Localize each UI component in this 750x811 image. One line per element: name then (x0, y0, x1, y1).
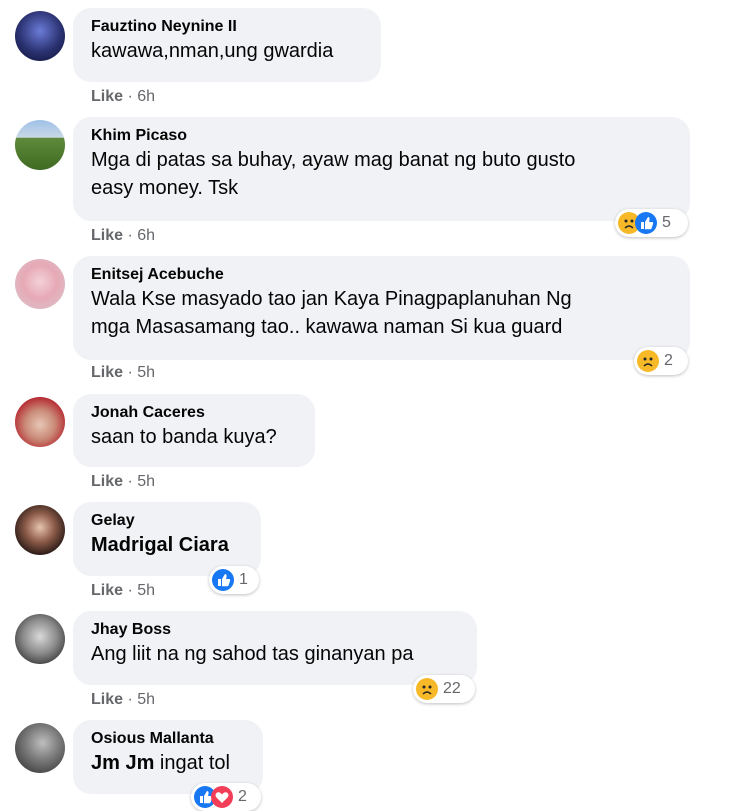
comment-text: Wala Kse masyado tao jan Kaya Pinagpapla… (91, 288, 572, 338)
reaction-count: 2 (664, 352, 673, 369)
reaction-summary[interactable]: 2 (191, 783, 261, 811)
avatar[interactable] (15, 11, 65, 61)
comment-bubble: Jhay Boss Ang liit na ng sahod tas ginan… (73, 611, 477, 685)
comment-meta: Like · 5h (91, 582, 156, 599)
comment-bubble: Gelay Madrigal Ciara (73, 502, 261, 576)
comment-bubble: Khim Picaso Mga di patas sa buhay, ayaw … (73, 117, 690, 221)
like-reaction-icon (635, 212, 657, 234)
comment-author[interactable]: Khim Picaso (91, 126, 674, 146)
reaction-summary[interactable]: 5 (615, 209, 688, 237)
sad-reaction-icon (416, 678, 438, 700)
comment-timestamp[interactable]: 5h (137, 473, 155, 490)
like-link[interactable]: Like (91, 88, 123, 105)
comment-author[interactable]: Osious Mallanta (91, 729, 247, 749)
comment-timestamp[interactable]: 6h (137, 88, 155, 105)
avatar[interactable] (15, 723, 65, 773)
comment-text: Mga di patas sa buhay, ayaw mag banat ng… (91, 149, 576, 199)
like-link[interactable]: Like (91, 582, 123, 599)
comment-text: Ang liit na ng sahod tas ginanyan pa (91, 643, 414, 665)
comment-author[interactable]: Gelay (91, 511, 245, 531)
comment-bubble: Jonah Caceres saan to banda kuya? (73, 394, 315, 467)
sad-reaction-icon (637, 350, 659, 372)
like-link[interactable]: Like (91, 473, 123, 490)
comment-text: Jm Jm ingat tol (91, 752, 230, 774)
comment-timestamp[interactable]: 6h (137, 227, 155, 244)
love-reaction-icon (211, 786, 233, 808)
reaction-summary[interactable]: 1 (209, 566, 259, 594)
comment-meta: Like · 6h (91, 88, 156, 105)
reaction-count: 22 (443, 680, 461, 697)
reaction-summary[interactable]: 22 (413, 675, 475, 703)
comment-meta: Like · 5h (91, 364, 156, 381)
mention-link[interactable]: Jm Jm (91, 752, 154, 774)
comment-text: saan to banda kuya? (91, 426, 277, 448)
comment-meta: Like · 5h (91, 691, 156, 708)
comment-text: kawawa,nman,ung gwardia (91, 40, 334, 62)
comment-timestamp[interactable]: 5h (137, 582, 155, 599)
comment-author[interactable]: Fauztino Neynine II (91, 17, 365, 37)
reaction-count: 5 (662, 214, 671, 231)
comment-author[interactable]: Enitsej Acebuche (91, 265, 674, 285)
comment-timestamp[interactable]: 5h (137, 364, 155, 381)
reaction-summary[interactable]: 2 (634, 347, 688, 375)
reaction-count: 2 (238, 788, 247, 805)
avatar[interactable] (15, 614, 65, 664)
avatar[interactable] (15, 120, 65, 170)
comment-author[interactable]: Jhay Boss (91, 620, 461, 640)
like-link[interactable]: Like (91, 691, 123, 708)
comment-author[interactable]: Jonah Caceres (91, 403, 299, 423)
mention-link[interactable]: Madrigal Ciara (91, 531, 245, 559)
reaction-count: 1 (239, 571, 248, 588)
like-link[interactable]: Like (91, 364, 123, 381)
avatar[interactable] (15, 505, 65, 555)
avatar[interactable] (15, 259, 65, 309)
comment-bubble: Enitsej Acebuche Wala Kse masyado tao ja… (73, 256, 690, 360)
comment-meta: Like · 6h (91, 227, 156, 244)
comment-meta: Like · 5h (91, 473, 156, 490)
like-reaction-icon (212, 569, 234, 591)
avatar[interactable] (15, 397, 65, 447)
comment-bubble: Fauztino Neynine II kawawa,nman,ung gwar… (73, 8, 381, 82)
like-link[interactable]: Like (91, 227, 123, 244)
comment-timestamp[interactable]: 5h (137, 691, 155, 708)
